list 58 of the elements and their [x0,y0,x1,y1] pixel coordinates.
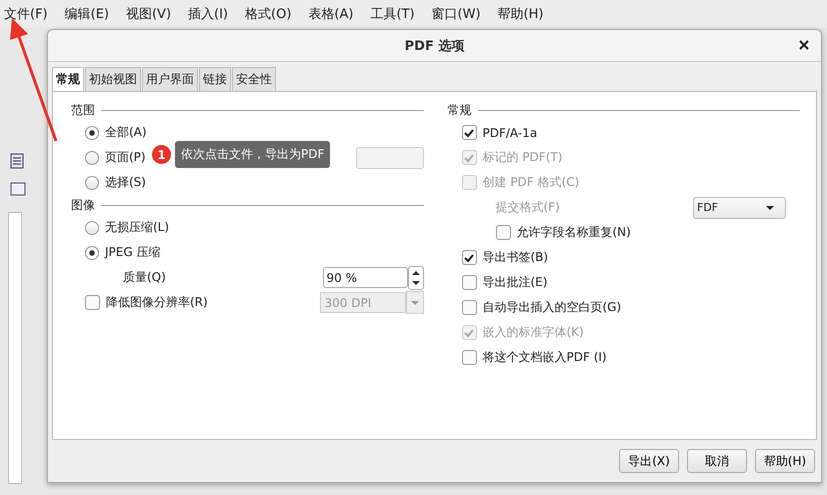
checkbox-label: 允许字段名称重复(N) [516,224,631,241]
radio-button[interactable] [85,126,99,140]
radio-button[interactable] [85,150,99,164]
menu-item[interactable]: 工具(T) [370,5,415,23]
checkbox-label: 标记的 PDF(T) [482,149,562,166]
dialog-button[interactable]: 取消 [687,449,747,473]
radio-label: 选择(S) [105,174,146,191]
menu-item[interactable]: 视图(V) [126,5,172,23]
menu-item[interactable]: 编辑(E) [64,5,109,23]
menu-item[interactable]: 窗口(W) [432,5,481,23]
pages-input-field[interactable] [356,146,424,168]
section-title: 范围 [71,102,95,118]
field-label: 提交格式(F) [496,199,560,216]
quality-spinbox[interactable]: 90 % [322,267,408,288]
section-title: 图像 [71,196,95,214]
checkbox-label: 自动导出插入的空白页(G) [482,299,622,316]
checkbox[interactable] [462,300,476,315]
checkbox-label: 将这个文档嵌入PDF (I) [482,349,607,366]
radio-label: JPEG 压缩 [105,244,160,261]
radio-button[interactable] [85,246,99,260]
radio-button[interactable] [85,220,99,234]
menu-item[interactable]: 帮助(H) [498,5,544,23]
section-title: 常规 [448,102,472,118]
dialog-title: PDF 选项 [404,38,464,54]
checkbox-label: 创建 PDF 格式(C) [482,174,580,191]
annotation-tooltip: 依次点击文件，导出为PDF [175,141,330,168]
quality-label: 质量(Q) [123,269,166,286]
checkbox-label: 降低图像分辨率(R) [106,294,208,311]
tab[interactable]: 常规 [52,67,84,91]
dropdown-value: FDF [697,201,718,214]
menu-item[interactable]: 表格(A) [308,5,354,23]
checkbox[interactable] [85,295,100,310]
radio-button[interactable] [85,176,99,190]
caret-icon [410,300,420,306]
menu-item[interactable]: 格式(O) [245,5,292,23]
checkbox-label: 嵌入的标准字体(K) [482,324,584,341]
checkbox[interactable] [462,350,476,365]
radio-label: 全部(A) [105,124,147,141]
tab[interactable]: 用户界面 [142,67,198,91]
dialog-button[interactable]: 导出(X) [619,449,679,473]
tab[interactable]: 安全性 [232,67,276,91]
tab[interactable]: 初始视图 [85,67,141,91]
checkbox[interactable] [462,125,476,140]
checkbox[interactable] [496,225,510,240]
menu-item[interactable]: 文件(F) [4,5,48,23]
caret-icon [765,204,775,210]
dialog-button[interactable]: 帮助(H) [755,449,815,473]
tab[interactable]: 链接 [199,67,231,91]
menu-item[interactable]: 插入(I) [188,5,228,23]
checkbox-label: 导出批注(E) [482,274,548,291]
radio-label: 无损压缩(L) [105,219,170,236]
radio-label: 页面(P) [105,149,146,166]
spin-arrows-icon[interactable] [408,266,424,290]
close-icon[interactable] [799,40,809,50]
checkbox-label: 导出书签(B) [482,249,548,266]
checkbox[interactable] [462,250,476,265]
checkbox-label: PDF/A-1a [482,126,538,140]
checkbox[interactable] [462,275,476,290]
